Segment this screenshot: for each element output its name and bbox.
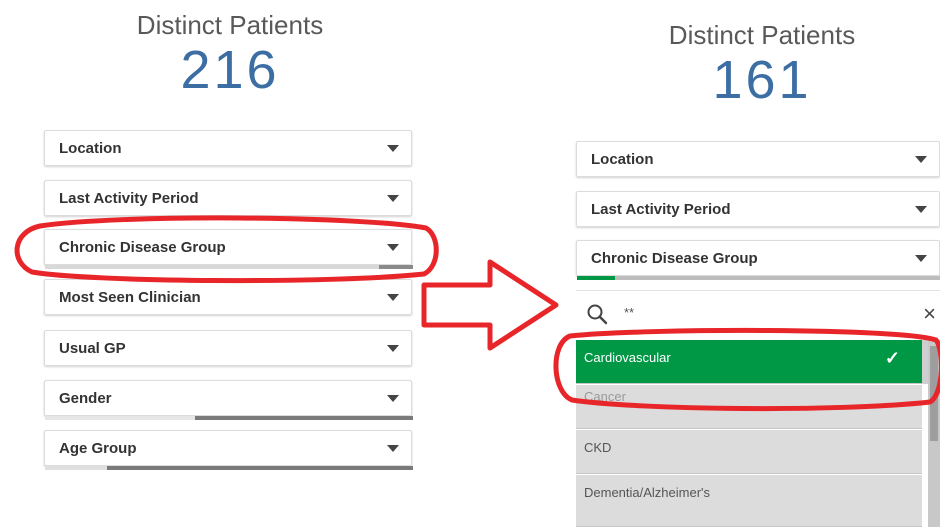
kpi-title: Distinct Patients: [136, 10, 324, 40]
left-kpi: Distinct Patients 216: [130, 10, 330, 100]
chevron-down-icon: [387, 244, 399, 251]
filter-label: Chronic Disease Group: [59, 238, 226, 256]
filter-label: Chronic Disease Group: [591, 249, 758, 267]
chevron-down-icon: [387, 195, 399, 202]
state-bar-selected: [379, 265, 413, 269]
kpi-value: 216: [180, 40, 280, 100]
filter-last-activity-period[interactable]: Last Activity Period: [576, 191, 940, 227]
filter-most-seen-clinician[interactable]: Most Seen Clinician: [44, 279, 412, 315]
filter-label: Usual GP: [59, 339, 126, 357]
check-icon: ✓: [884, 348, 900, 368]
chevron-down-icon: [915, 255, 927, 262]
state-bar: [45, 416, 413, 420]
chevron-down-icon: [387, 294, 399, 301]
chevron-down-icon: [387, 345, 399, 352]
list-item-label: CKD: [584, 440, 612, 455]
chevron-down-icon: [387, 145, 399, 152]
state-bar: [45, 265, 413, 269]
filter-label: Location: [591, 150, 654, 168]
state-bar: [45, 466, 413, 470]
filter-label: Most Seen Clinician: [59, 288, 201, 306]
list-item-cardiovascular[interactable]: Cardiovascular ✓: [576, 340, 922, 384]
kpi-value: 161: [712, 50, 812, 110]
filter-label: Age Group: [59, 439, 137, 457]
scrollbar-thumb[interactable]: [930, 346, 938, 441]
filter-location[interactable]: Location: [576, 141, 940, 177]
list-item-dementia[interactable]: Dementia/Alzheimer's: [576, 475, 922, 527]
filter-location[interactable]: Location: [44, 130, 412, 166]
filter-label: Gender: [59, 389, 112, 407]
arrow-right-icon: [421, 259, 559, 351]
state-bar-selected: [577, 276, 615, 280]
chevron-down-icon: [387, 395, 399, 402]
search-icon: [587, 304, 608, 325]
kpi-title: Distinct Patients: [668, 20, 856, 50]
list-item-ckd[interactable]: CKD: [576, 430, 922, 474]
filter-last-activity-period[interactable]: Last Activity Period: [44, 180, 412, 216]
list-item-label: Dementia/Alzheimer's: [584, 485, 711, 500]
filter-age-group[interactable]: Age Group: [44, 430, 413, 470]
filter-label: Last Activity Period: [59, 189, 199, 207]
state-bar-selected: [195, 416, 413, 420]
filter-chronic-disease-group[interactable]: Chronic Disease Group: [44, 229, 413, 269]
search-input[interactable]: **: [624, 305, 634, 320]
state-bar-light: [45, 466, 107, 470]
filter-gender[interactable]: Gender: [44, 380, 413, 420]
chevron-down-icon: [915, 206, 927, 213]
chevron-down-icon: [915, 156, 927, 163]
filter-label: Location: [59, 139, 122, 157]
filter-label: Last Activity Period: [591, 200, 731, 218]
state-bar: [577, 276, 940, 280]
filter-usual-gp[interactable]: Usual GP: [44, 330, 412, 366]
list-item-label: Cardiovascular: [584, 350, 671, 365]
list-item-label: Cancer: [584, 389, 626, 404]
filter-chronic-disease-group[interactable]: Chronic Disease Group: [576, 240, 940, 280]
list-item-cancer[interactable]: Cancer: [576, 385, 922, 429]
close-icon[interactable]: ×: [923, 301, 936, 327]
right-kpi: Distinct Patients 161: [662, 20, 862, 110]
chevron-down-icon: [387, 445, 399, 452]
listbox-search[interactable]: ** ×: [576, 290, 940, 339]
